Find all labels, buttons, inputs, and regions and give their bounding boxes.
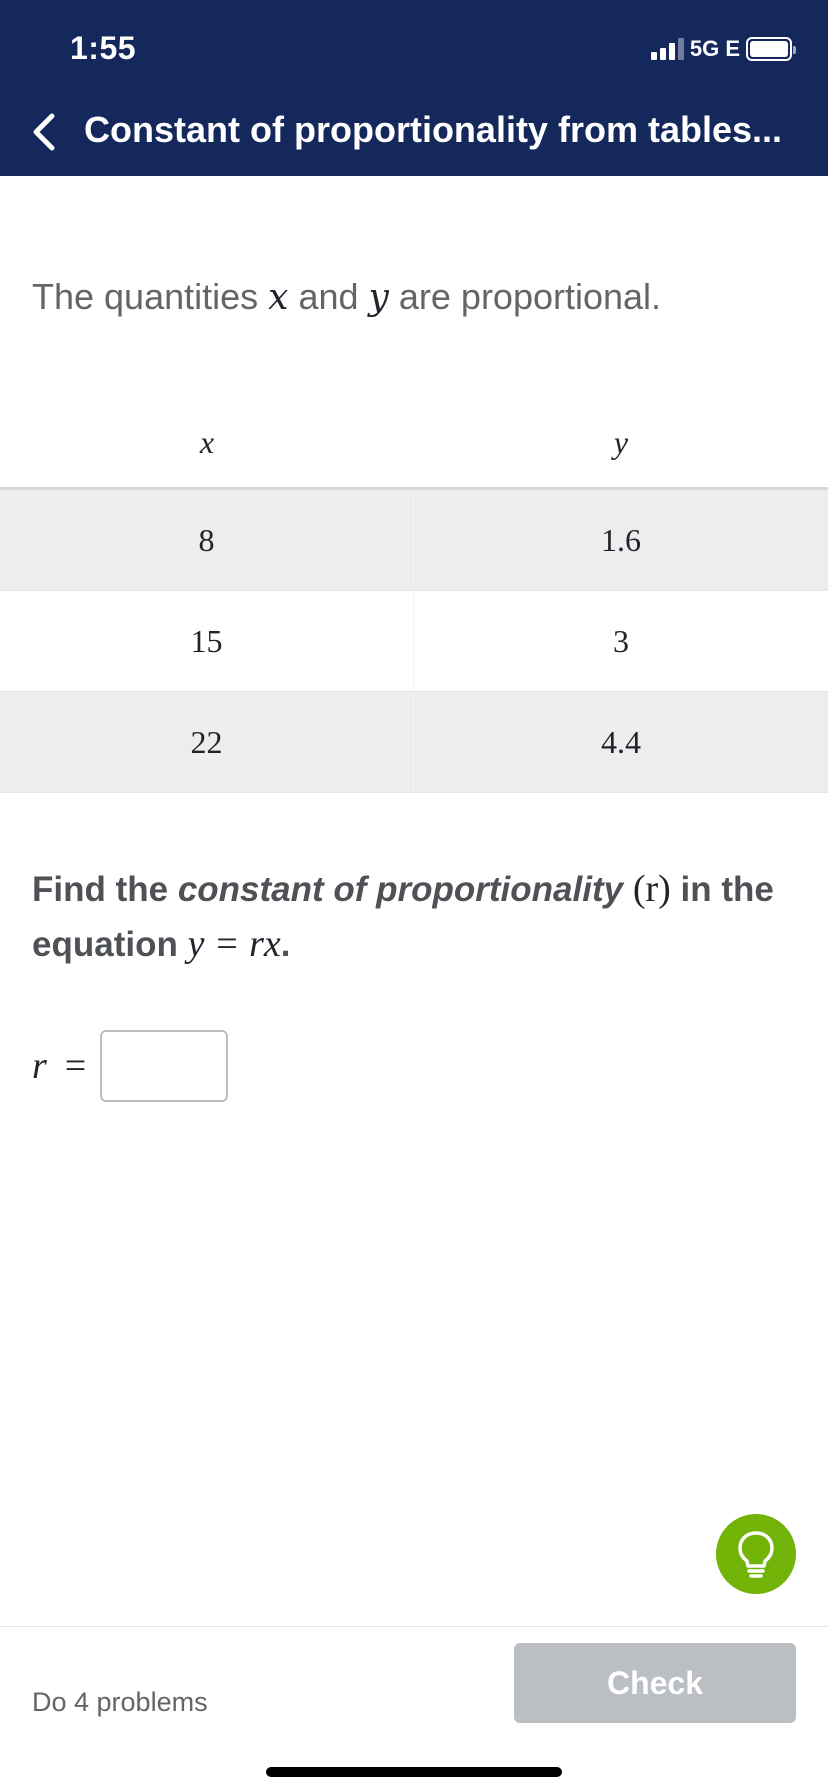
table-cell: 3 (613, 622, 629, 659)
page-title: Constant of proportionality from tables.… (84, 109, 783, 150)
network-type: 5G E (689, 36, 740, 61)
var-y: y (368, 277, 389, 318)
battery-icon (746, 37, 796, 61)
question-space (623, 870, 633, 909)
problem-count: Do 4 problems (32, 1687, 208, 1717)
table-cell: 22 (0, 692, 414, 792)
footer-bar: Do 4 problems Check (0, 1626, 828, 1792)
prompt-text-2: and (288, 276, 369, 317)
column-header-x: x (199, 424, 215, 460)
cellular-signal-icon (650, 38, 684, 60)
column-header-y: y (613, 424, 629, 460)
table-cell: 15 (0, 591, 414, 691)
app-header: 1:55 5G E Constant of proportionality fr… (0, 0, 828, 176)
question-text: Find the constant of proportionality (r)… (32, 862, 802, 972)
problem-statement: The quantities x and y are proportional. (32, 276, 661, 318)
check-button[interactable]: Check (514, 1643, 796, 1723)
question-equation: y = rx (187, 923, 281, 965)
var-x: x (268, 277, 289, 318)
status-time: 1:55 (70, 30, 137, 66)
answer-equals: = (64, 1045, 87, 1087)
table-cell: 1.6 (601, 521, 641, 558)
question-part-1: Find the (32, 870, 178, 909)
chevron-left-icon (33, 113, 55, 151)
table-cell: 4.4 (601, 723, 641, 760)
status-indicators: 5G E (650, 36, 796, 62)
table-header: x y (0, 398, 828, 490)
table-row: 8 1.6 (0, 490, 828, 591)
question-emphasis: constant of proportionality (177, 870, 624, 909)
table-row: 22 4.4 (0, 692, 828, 793)
answer-row: r = (32, 1030, 229, 1102)
prompt-text-1: The quantities (32, 276, 269, 317)
question-var-r: (r) (632, 868, 671, 910)
table-cell: 8 (0, 490, 414, 590)
prompt-text-3: are proportional. (388, 276, 662, 317)
lightbulb-icon (738, 1531, 774, 1578)
home-indicator[interactable] (266, 1767, 562, 1777)
answer-input[interactable] (100, 1030, 229, 1102)
answer-label: r (32, 1045, 47, 1087)
question-period: . (280, 925, 291, 964)
proportion-table: x y 8 1.6 15 3 22 4.4 (0, 398, 828, 793)
back-button[interactable] (28, 108, 64, 156)
table-row: 15 3 (0, 591, 828, 692)
hint-button[interactable] (716, 1514, 796, 1594)
